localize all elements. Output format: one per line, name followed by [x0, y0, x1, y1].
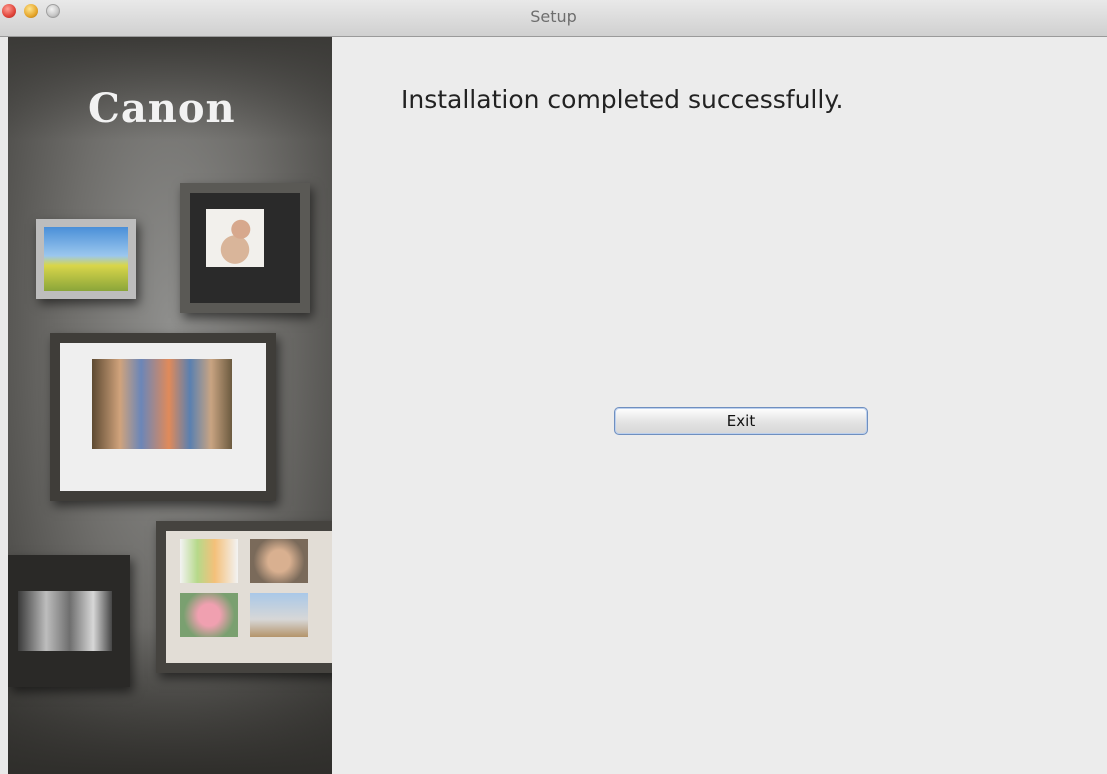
photo-frame-group: [8, 555, 130, 687]
sidebar-banner: Canon: [8, 37, 332, 774]
baby-photo: [206, 209, 264, 267]
collage-photo-4: [250, 593, 308, 637]
title-bar: Setup: [0, 0, 1107, 37]
photo-frame-landscape: [36, 219, 136, 299]
landscape-photo: [44, 227, 128, 291]
completion-message: Installation completed successfully.: [401, 85, 844, 114]
family-photo: [92, 359, 232, 449]
window-title: Setup: [530, 7, 577, 26]
collage-photo-1: [180, 539, 238, 583]
collage-photo-3: [180, 593, 238, 637]
photo-frame-family: [50, 333, 276, 501]
canon-logo: Canon: [88, 85, 236, 132]
group-photo: [18, 591, 112, 651]
photo-frame-collage: [156, 521, 332, 673]
collage-photo-2: [250, 539, 308, 583]
exit-button[interactable]: Exit: [614, 407, 868, 435]
photo-frame-baby: [180, 183, 310, 313]
main-content: Installation completed successfully. Exi…: [332, 37, 1107, 774]
